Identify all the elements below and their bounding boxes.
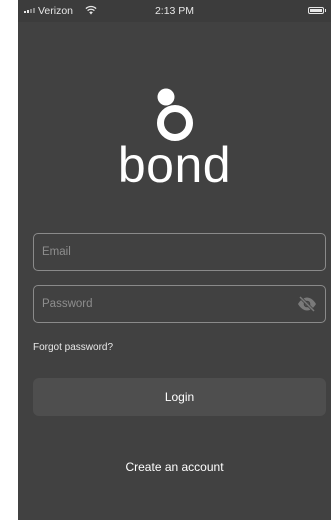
- login-button[interactable]: Login: [33, 378, 326, 416]
- app-logo: bond: [18, 86, 331, 193]
- forgot-password-link[interactable]: Forgot password?: [33, 342, 113, 353]
- password-field[interactable]: [33, 285, 326, 323]
- status-bar: Verizon 2:13 PM: [18, 0, 331, 22]
- bond-logo-icon: [156, 88, 193, 141]
- battery-icon: [308, 7, 326, 14]
- email-field[interactable]: [33, 233, 326, 271]
- password-input[interactable]: [34, 286, 325, 322]
- login-screen: Verizon 2:13 PM bond Forgot password? Lo…: [18, 0, 331, 520]
- brand-wordmark: bond: [117, 137, 232, 193]
- clock: 2:13 PM: [154, 5, 195, 17]
- eye-off-icon[interactable]: [297, 296, 317, 312]
- email-input[interactable]: [34, 234, 325, 270]
- create-account-link[interactable]: Create an account: [18, 460, 331, 474]
